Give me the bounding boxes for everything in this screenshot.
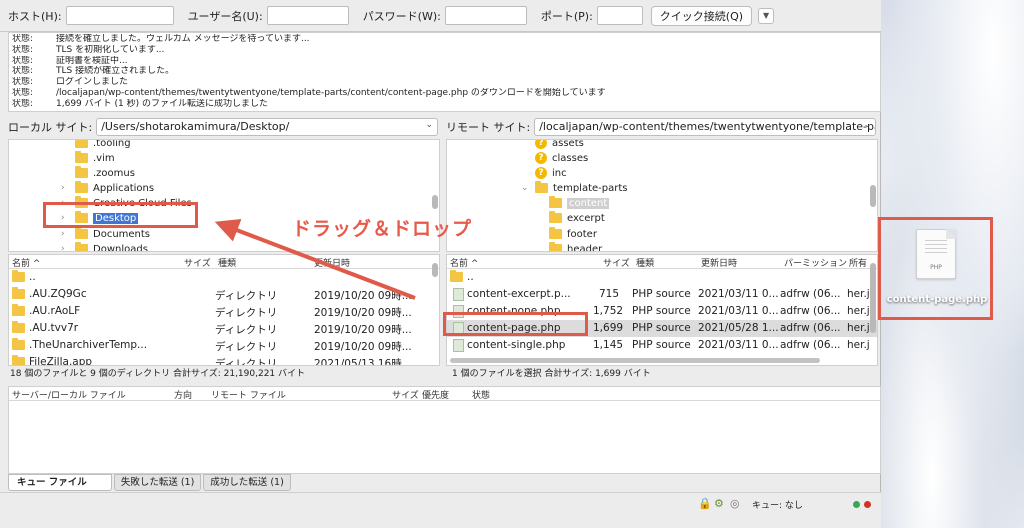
- desktop-file-icon[interactable]: PHP content-page.php: [880, 217, 994, 319]
- desktop-file-name: content-page.php: [886, 294, 988, 305]
- php-document-icon: PHP: [916, 229, 956, 279]
- drag-arrow: [214, 219, 416, 300]
- drag-drop-label: ドラッグ＆ドロップ: [292, 218, 473, 240]
